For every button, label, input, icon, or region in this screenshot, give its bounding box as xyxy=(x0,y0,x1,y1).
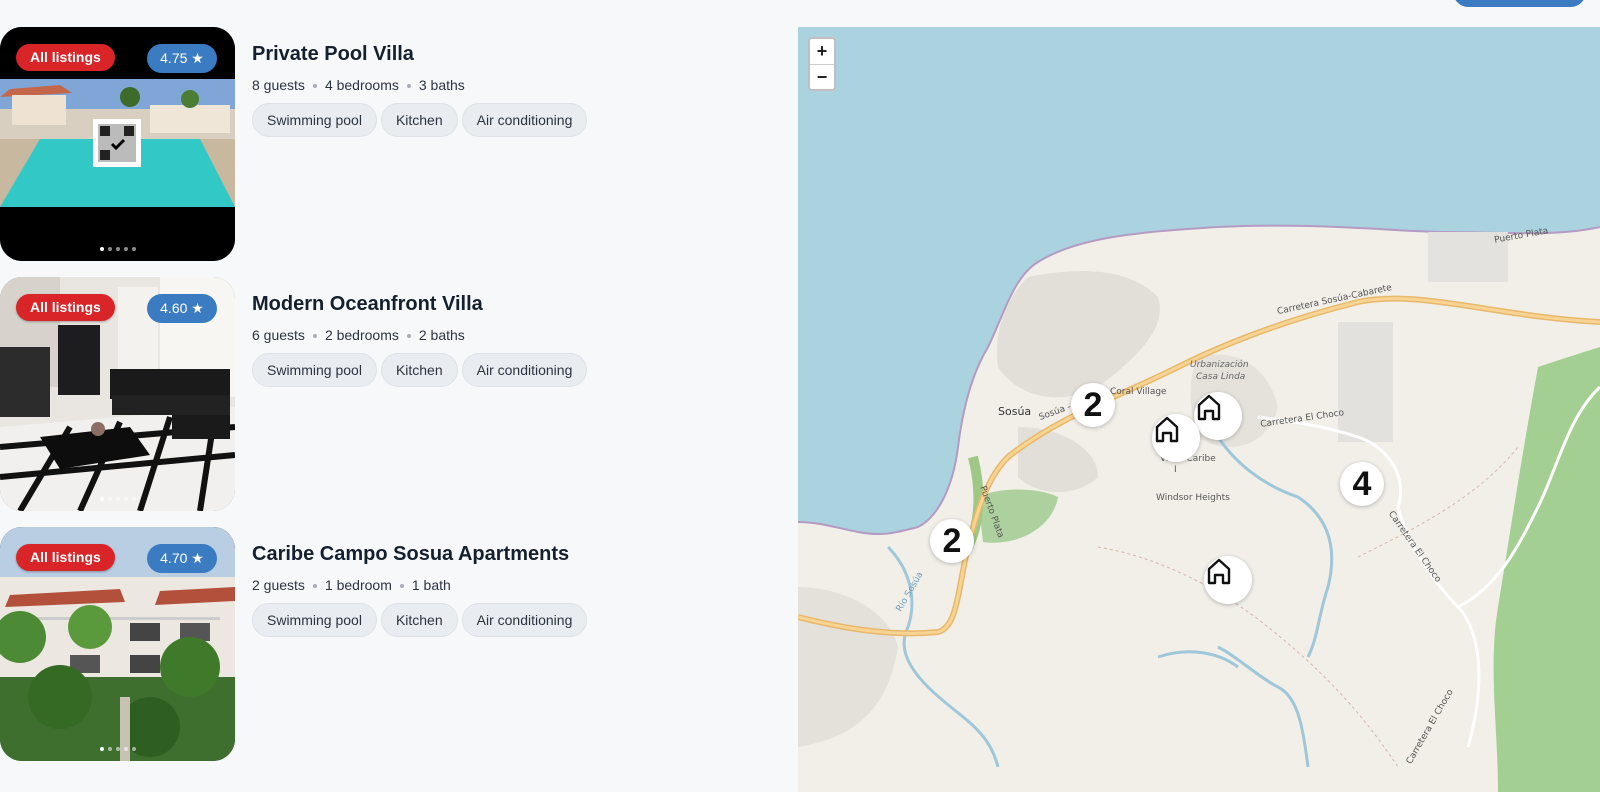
listing-title[interactable]: Modern Oceanfront Villa xyxy=(252,293,483,316)
amenity-tags: Swimming pool Kitchen Air conditioning xyxy=(252,103,588,137)
map-cluster-marker[interactable]: 2 xyxy=(930,519,974,563)
pagination-dot[interactable] xyxy=(115,747,120,751)
house-icon xyxy=(1207,558,1231,585)
amenity-tag: Kitchen xyxy=(380,353,458,387)
track xyxy=(1357,446,1519,558)
rating-badge: 4.60 ★ xyxy=(147,294,217,323)
map-cluster-marker[interactable]: 4 xyxy=(1340,462,1384,506)
pagination-dot[interactable] xyxy=(131,747,136,751)
amenity-tags: Swimming pool Kitchen Air conditioning xyxy=(252,603,588,637)
map-label: I xyxy=(1174,465,1177,475)
urban-area xyxy=(1338,322,1393,442)
pagination-dot[interactable] xyxy=(115,497,120,501)
zoom-controls: + − xyxy=(808,37,836,91)
map[interactable]: Sosúa Coral Village Urbanización Casa Li… xyxy=(798,27,1600,792)
photo-pagination xyxy=(0,747,235,751)
rating-badge: 4.70 ★ xyxy=(147,544,217,573)
guests-count: 6 guests xyxy=(252,327,305,343)
map-label: Coral Village xyxy=(1110,387,1167,397)
pagination-dot[interactable] xyxy=(123,497,128,501)
listing-map-pin[interactable] xyxy=(1204,556,1252,604)
river xyxy=(1217,645,1310,768)
pagination-dot[interactable] xyxy=(107,747,112,751)
amenity-tag: Swimming pool xyxy=(252,353,377,387)
map-cluster-marker[interactable]: 2 xyxy=(1071,383,1115,427)
bedrooms-count: 4 bedrooms xyxy=(324,77,399,93)
forest xyxy=(1493,347,1600,792)
amenity-tag: Swimming pool xyxy=(252,603,377,637)
map-label: Casa Linda xyxy=(1196,372,1246,382)
amenity-tag: Air conditioning xyxy=(461,353,588,387)
listing-card[interactable]: All listings 4.75 ★ Private Pool Villa 8… xyxy=(0,27,760,261)
river xyxy=(1157,650,1239,669)
all-listings-badge: All listings xyxy=(16,294,115,321)
river xyxy=(1216,436,1334,658)
separator-dot xyxy=(406,84,411,89)
pagination-dot[interactable] xyxy=(131,497,136,501)
house-icon xyxy=(1155,416,1179,443)
urban-area xyxy=(997,271,1160,398)
amenity-tag: Swimming pool xyxy=(252,103,377,137)
listing-details: 2 guests 1 bedroom 1 bath xyxy=(252,577,451,593)
baths-count: 2 baths xyxy=(418,327,465,343)
baths-count: 3 baths xyxy=(418,77,465,93)
photo-pagination xyxy=(0,247,235,251)
listing-photo[interactable]: All listings 4.70 ★ xyxy=(0,527,235,761)
listing-card[interactable]: All listings 4.70 ★ Caribe Campo Sosua A… xyxy=(0,527,760,761)
separator-dot xyxy=(312,84,317,89)
map-label-town: Sosúa xyxy=(998,405,1032,418)
top-right-button[interactable] xyxy=(1453,0,1586,7)
amenity-tags: Swimming pool Kitchen Air conditioning xyxy=(252,353,588,387)
bedrooms-count: 2 bedrooms xyxy=(324,327,399,343)
map-label: Urbanización xyxy=(1190,360,1249,370)
listing-map-pin[interactable] xyxy=(1194,392,1242,440)
zoom-out-button[interactable]: − xyxy=(810,64,834,89)
listing-title[interactable]: Caribe Campo Sosua Apartments xyxy=(252,543,569,566)
separator-dot xyxy=(312,584,317,589)
pagination-dot[interactable] xyxy=(131,247,136,251)
amenity-tag: Air conditioning xyxy=(461,103,588,137)
pagination-dot[interactable] xyxy=(107,247,112,251)
page: All listings 4.75 ★ Private Pool Villa 8… xyxy=(0,0,1600,792)
all-listings-badge: All listings xyxy=(16,544,115,571)
baths-count: 1 bath xyxy=(411,577,451,593)
pagination-dot[interactable] xyxy=(99,497,104,501)
guests-count: 8 guests xyxy=(252,77,305,93)
listing-map-pin[interactable] xyxy=(1152,414,1200,462)
amenity-tag: Kitchen xyxy=(380,103,458,137)
amenity-tag: Air conditioning xyxy=(461,603,588,637)
separator-dot xyxy=(312,334,317,339)
urban-area xyxy=(798,587,898,747)
pagination-dot[interactable] xyxy=(123,747,128,751)
house-icon xyxy=(1197,394,1221,421)
photo-pagination xyxy=(0,497,235,501)
all-listings-badge: All listings xyxy=(16,44,115,71)
rating-badge: 4.75 ★ xyxy=(147,44,217,73)
pagination-dot[interactable] xyxy=(115,247,120,251)
urban-area xyxy=(1018,427,1098,492)
zoom-in-button[interactable]: + xyxy=(810,39,834,64)
bedrooms-count: 1 bedroom xyxy=(324,577,392,593)
listing-photo[interactable]: All listings 4.60 ★ xyxy=(0,277,235,511)
pagination-dot[interactable] xyxy=(99,247,104,251)
listing-card[interactable]: All listings 4.60 ★ Modern Oceanfront Vi… xyxy=(0,277,760,511)
map-label: Windsor Heights xyxy=(1156,493,1230,503)
listing-details: 6 guests 2 bedrooms 2 baths xyxy=(252,327,465,343)
separator-dot xyxy=(399,584,404,589)
separator-dot xyxy=(406,334,411,339)
guests-count: 2 guests xyxy=(252,577,305,593)
pagination-dot[interactable] xyxy=(99,747,104,751)
pagination-dot[interactable] xyxy=(107,497,112,501)
listing-details: 8 guests 4 bedrooms 3 baths xyxy=(252,77,465,93)
amenity-tag: Kitchen xyxy=(380,603,458,637)
pagination-dot[interactable] xyxy=(123,247,128,251)
listing-title[interactable]: Private Pool Villa xyxy=(252,43,414,66)
river xyxy=(886,545,1000,768)
listing-photo[interactable]: All listings 4.75 ★ xyxy=(0,27,235,261)
